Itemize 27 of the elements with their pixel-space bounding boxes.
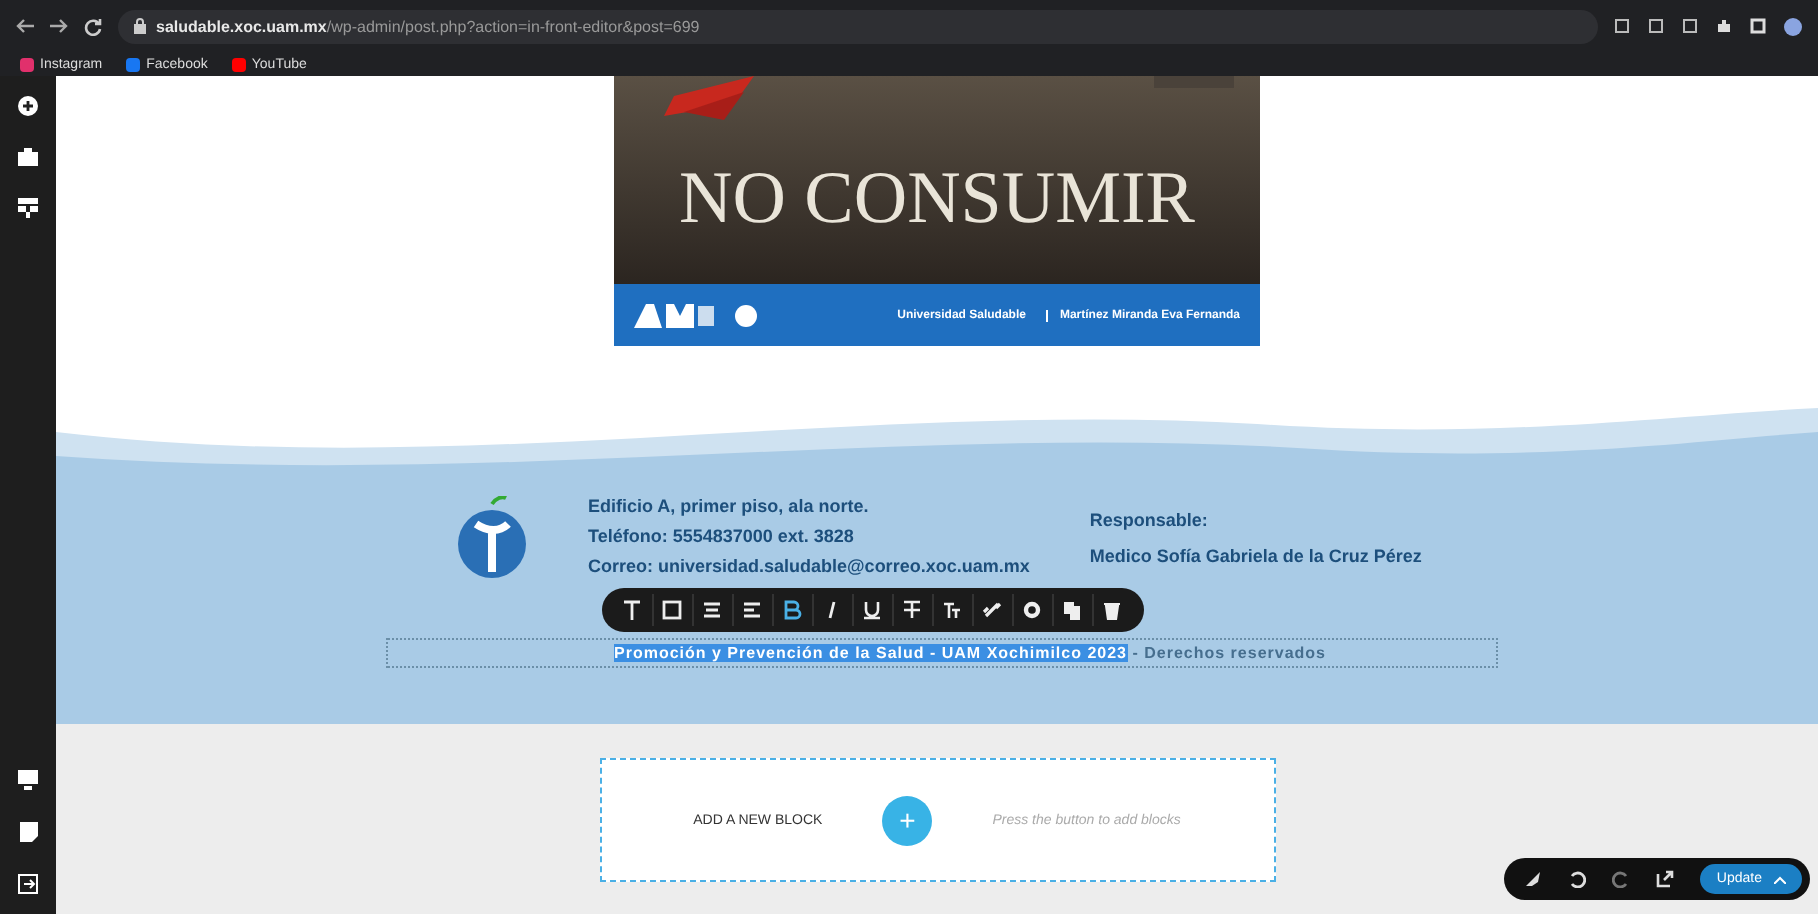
sidepanel-icon[interactable] (1750, 18, 1766, 34)
add-icon[interactable] (18, 96, 38, 116)
external-link-icon[interactable] (1656, 870, 1675, 888)
address-line: Edificio A, primer piso, ala norte. (588, 496, 871, 516)
briefcase-icon[interactable] (18, 148, 38, 166)
layout-icon[interactable] (18, 198, 38, 218)
reload-icon[interactable] (84, 17, 102, 35)
toolbar-icon[interactable] (1648, 18, 1664, 34)
monitor-icon[interactable] (18, 770, 38, 790)
back-icon[interactable] (16, 18, 34, 34)
toolbar-icon[interactable] (1682, 18, 1698, 34)
address-line: Teléfono: 5554837000 ext. 3828 (588, 526, 856, 546)
university-logo-icon (634, 303, 714, 327)
page-icon[interactable] (19, 822, 37, 842)
profile-avatar[interactable] (1784, 17, 1802, 35)
address-bar[interactable]: saludable.xoc.uam.mx/wp-admin/post.php?action=in-front-editor&post=699 (118, 9, 1598, 43)
exit-icon[interactable] (18, 874, 38, 894)
toolbar-icon[interactable] (1614, 18, 1630, 34)
caret-icon (1774, 875, 1786, 883)
redo-icon[interactable] (1612, 870, 1631, 888)
responsible-label: Responsable: (1089, 510, 1210, 530)
lock-icon (134, 18, 146, 34)
banner-title: NO CONSUMIR (676, 156, 1197, 242)
undo-icon[interactable] (1568, 870, 1587, 888)
responsible-name: Medico Sofía Gabriela de la Cruz Pérez (1089, 546, 1422, 566)
forward-icon[interactable] (50, 18, 68, 34)
address-line: Correo: universidad.saludable@correo.xoc.uam.mx (588, 556, 1030, 576)
